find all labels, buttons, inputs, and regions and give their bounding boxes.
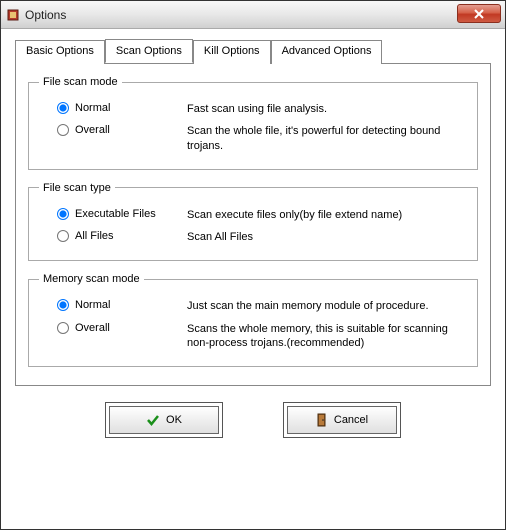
cancel-button-label: Cancel — [334, 414, 368, 426]
group-legend: File scan type — [39, 182, 115, 194]
option-description: Scans the whole memory, this is suitable… — [187, 322, 467, 351]
tab-row: Basic Options Scan Options Kill Options … — [1, 29, 505, 63]
radio-label: Normal — [75, 299, 110, 311]
option-description: Just scan the main memory module of proc… — [187, 299, 467, 313]
titlebar: Options — [1, 1, 505, 29]
button-wrap: OK — [105, 402, 223, 438]
options-dialog: Options Basic Options Scan Options Kill … — [0, 0, 506, 530]
app-icon — [5, 7, 21, 23]
radio-cell: Normal — [57, 102, 187, 114]
option-row: Overall Scan the whole file, it's powerf… — [57, 124, 467, 153]
radio-file-scan-type-executable[interactable] — [57, 208, 69, 220]
ok-button-label: OK — [166, 414, 182, 426]
option-row: All Files Scan All Files — [57, 230, 467, 244]
radio-cell: All Files — [57, 230, 187, 242]
group-file-scan-mode: File scan mode Normal Fast scan using fi… — [28, 76, 478, 170]
tab-kill-options[interactable]: Kill Options — [193, 40, 271, 64]
radio-file-scan-mode-normal[interactable] — [57, 102, 69, 114]
option-description: Scan execute files only(by file extend n… — [187, 208, 467, 222]
radio-cell: Overall — [57, 322, 187, 334]
tab-scan-options[interactable]: Scan Options — [105, 39, 193, 63]
option-row: Executable Files Scan execute files only… — [57, 208, 467, 222]
option-row: Normal Fast scan using file analysis. — [57, 102, 467, 116]
client-area: Basic Options Scan Options Kill Options … — [1, 29, 505, 529]
group-legend: File scan mode — [39, 76, 122, 88]
check-icon — [146, 414, 160, 426]
button-wrap: Cancel — [283, 402, 401, 438]
close-button[interactable] — [457, 4, 501, 23]
group-memory-scan-mode: Memory scan mode Normal Just scan the ma… — [28, 273, 478, 367]
radio-memory-scan-mode-normal[interactable] — [57, 299, 69, 311]
door-icon — [316, 413, 328, 427]
radio-file-scan-mode-overall[interactable] — [57, 124, 69, 136]
radio-file-scan-type-all[interactable] — [57, 230, 69, 242]
cancel-button[interactable]: Cancel — [287, 406, 397, 434]
radio-label: Executable Files — [75, 208, 156, 220]
tab-panel-scan-options: File scan mode Normal Fast scan using fi… — [15, 63, 491, 386]
button-bar: OK Cancel — [1, 392, 505, 452]
window-title: Options — [25, 8, 66, 22]
radio-label: Normal — [75, 102, 110, 114]
ok-button[interactable]: OK — [109, 406, 219, 434]
radio-cell: Overall — [57, 124, 187, 136]
radio-cell: Normal — [57, 299, 187, 311]
group-file-scan-type: File scan type Executable Files Scan exe… — [28, 182, 478, 262]
radio-memory-scan-mode-overall[interactable] — [57, 322, 69, 334]
option-row: Normal Just scan the main memory module … — [57, 299, 467, 313]
radio-label: Overall — [75, 124, 110, 136]
option-row: Overall Scans the whole memory, this is … — [57, 322, 467, 351]
option-description: Scan the whole file, it's powerful for d… — [187, 124, 467, 153]
tab-basic-options[interactable]: Basic Options — [15, 40, 105, 64]
group-legend: Memory scan mode — [39, 273, 144, 285]
close-icon — [473, 9, 485, 19]
option-description: Fast scan using file analysis. — [187, 102, 467, 116]
radio-label: Overall — [75, 322, 110, 334]
option-description: Scan All Files — [187, 230, 467, 244]
radio-label: All Files — [75, 230, 114, 242]
tab-advanced-options[interactable]: Advanced Options — [271, 40, 383, 64]
radio-cell: Executable Files — [57, 208, 187, 220]
